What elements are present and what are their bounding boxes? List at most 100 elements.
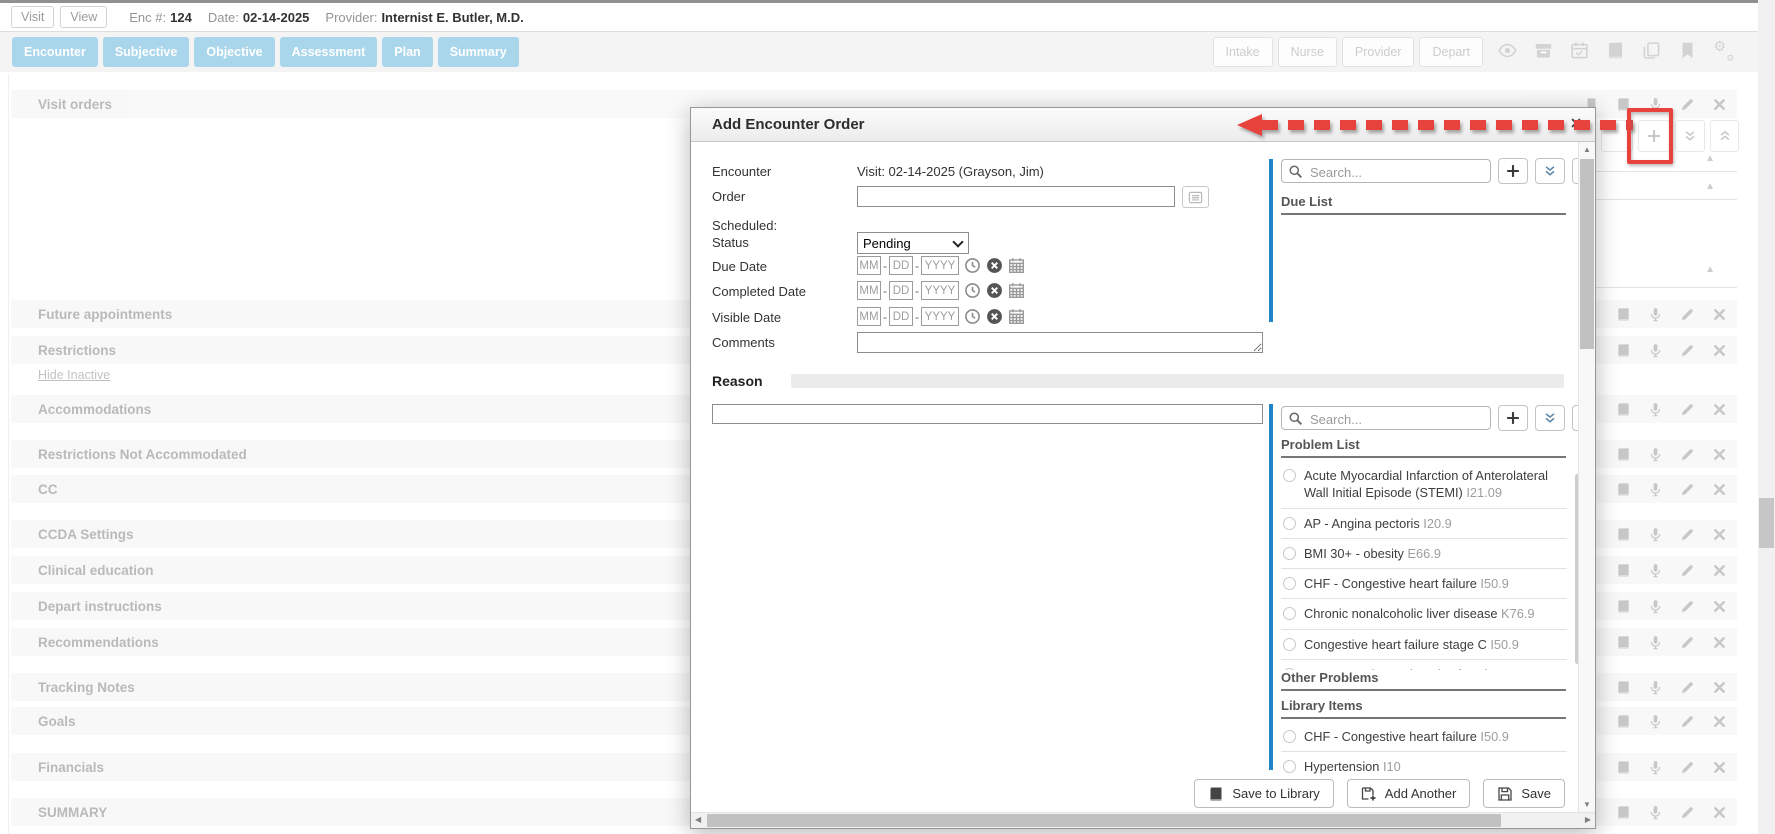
visit-button[interactable]: Visit	[11, 6, 54, 28]
visible-date-year-input[interactable]	[921, 307, 959, 326]
microphone-icon[interactable]	[1648, 307, 1663, 322]
library-item[interactable]: Hypertension I10	[1281, 752, 1567, 776]
tab-plan[interactable]: Plan	[382, 37, 432, 67]
eye-button[interactable]	[1495, 40, 1519, 64]
x-icon[interactable]	[1712, 482, 1727, 497]
problem-item[interactable]: Coronary Atherosclerosis of Native Coron…	[1281, 660, 1567, 670]
microphone-icon[interactable]	[1648, 805, 1663, 820]
calendar-icon[interactable]	[1008, 282, 1025, 299]
problem-item[interactable]: BMI 30+ - obesity E66.9	[1281, 539, 1567, 569]
book-button[interactable]	[1603, 40, 1627, 64]
pencil-icon[interactable]	[1680, 805, 1695, 820]
pencil-icon[interactable]	[1680, 307, 1695, 322]
microphone-icon[interactable]	[1648, 343, 1663, 358]
book-icon[interactable]	[1616, 635, 1631, 650]
hide-inactive-link[interactable]: Hide Inactive	[38, 368, 110, 382]
pencil-icon[interactable]	[1680, 599, 1695, 614]
time-icon[interactable]	[964, 308, 981, 325]
clear-icon[interactable]	[986, 308, 1003, 325]
problem-search-input[interactable]	[1308, 409, 1488, 429]
radio-icon[interactable]	[1283, 517, 1296, 530]
visible-date-month-input[interactable]	[857, 307, 881, 326]
microphone-icon[interactable]	[1648, 447, 1663, 462]
completed-date-day-input[interactable]	[889, 281, 913, 300]
clear-icon[interactable]	[986, 282, 1003, 299]
pencil-icon[interactable]	[1680, 760, 1695, 775]
x-icon[interactable]	[1712, 402, 1727, 417]
collapse-triangle-icon[interactable]: ▲	[1705, 264, 1715, 275]
x-icon[interactable]	[1712, 599, 1727, 614]
microphone-icon[interactable]	[1648, 680, 1663, 695]
radio-icon[interactable]	[1283, 607, 1296, 620]
book-icon[interactable]	[1616, 527, 1631, 542]
radio-icon[interactable]	[1283, 547, 1296, 560]
collapse-triangle-icon[interactable]: ▲	[1705, 153, 1715, 164]
book-icon[interactable]	[1616, 482, 1631, 497]
problem-item[interactable]: CHF - Congestive heart failure I50.9	[1281, 569, 1567, 599]
scroll-up-icon[interactable]: ▲	[1579, 145, 1595, 154]
order-list-button[interactable]	[1182, 186, 1209, 208]
status-select[interactable]: Pending	[857, 232, 969, 254]
problem-item[interactable]: AP - Angina pectoris I20.9	[1281, 509, 1567, 539]
clear-icon[interactable]	[986, 257, 1003, 274]
time-icon[interactable]	[964, 282, 981, 299]
x-icon[interactable]	[1712, 307, 1727, 322]
vertical-scrollbar-thumb[interactable]	[1580, 159, 1594, 349]
problem-expand-all-button[interactable]	[1535, 405, 1565, 431]
reason-input[interactable]	[712, 404, 1263, 424]
page-scrollbar[interactable]	[1758, 0, 1775, 834]
tab-subjective[interactable]: Subjective	[103, 37, 190, 67]
copy-button[interactable]	[1639, 40, 1663, 64]
due-search-input[interactable]	[1308, 162, 1488, 182]
provider-button[interactable]: Provider	[1342, 37, 1415, 67]
microphone-icon[interactable]	[1648, 563, 1663, 578]
radio-icon[interactable]	[1283, 638, 1296, 651]
due-expand-all-button[interactable]	[1535, 158, 1565, 184]
book-icon[interactable]	[1616, 760, 1631, 775]
pencil-icon[interactable]	[1680, 527, 1695, 542]
save-to-library-button[interactable]: Save to Library	[1194, 779, 1333, 808]
x-icon[interactable]	[1712, 343, 1727, 358]
pencil-icon[interactable]	[1680, 402, 1695, 417]
problem-item[interactable]: Acute Myocardial Infarction of Anterolat…	[1281, 461, 1567, 509]
radio-icon[interactable]	[1283, 577, 1296, 590]
microphone-icon[interactable]	[1648, 527, 1663, 542]
calendar-icon[interactable]	[1008, 257, 1025, 274]
archive-button[interactable]	[1531, 40, 1555, 64]
dialog-horizontal-scrollbar[interactable]: ◀ ▶	[691, 812, 1595, 828]
book-icon[interactable]	[1616, 402, 1631, 417]
problem-item[interactable]: Chronic nonalcoholic liver disease K76.9	[1281, 599, 1567, 629]
x-icon[interactable]	[1712, 760, 1727, 775]
radio-icon[interactable]	[1283, 469, 1296, 482]
microphone-icon[interactable]	[1648, 402, 1663, 417]
page-scrollbar-thumb[interactable]	[1759, 498, 1774, 548]
save-button[interactable]: Save	[1483, 779, 1565, 808]
book-icon[interactable]	[1616, 805, 1631, 820]
calendar-icon[interactable]	[1008, 308, 1025, 325]
tab-objective[interactable]: Objective	[194, 37, 274, 67]
scroll-left-icon[interactable]: ◀	[695, 815, 701, 824]
x-icon[interactable]	[1712, 447, 1727, 462]
problem-item[interactable]: Congestive heart failure stage C I50.9	[1281, 630, 1567, 660]
due-date-month-input[interactable]	[857, 256, 881, 275]
add-another-button[interactable]: Add Another	[1347, 779, 1471, 808]
order-input[interactable]	[857, 186, 1175, 207]
x-icon[interactable]	[1712, 635, 1727, 650]
pencil-icon[interactable]	[1680, 563, 1695, 578]
dialog-vertical-scrollbar[interactable]: ▲ ▼	[1578, 142, 1595, 812]
x-icon[interactable]	[1712, 97, 1727, 112]
due-add-button[interactable]	[1498, 158, 1528, 184]
x-icon[interactable]	[1712, 805, 1727, 820]
tab-summary[interactable]: Summary	[438, 37, 519, 67]
microphone-icon[interactable]	[1648, 599, 1663, 614]
pencil-icon[interactable]	[1680, 635, 1695, 650]
radio-icon[interactable]	[1283, 760, 1296, 773]
horizontal-scrollbar-thumb[interactable]	[707, 814, 1501, 827]
book-icon[interactable]	[1616, 680, 1631, 695]
pencil-icon[interactable]	[1680, 343, 1695, 358]
collapse-triangle-icon[interactable]: ▲	[1705, 181, 1715, 192]
completed-date-year-input[interactable]	[921, 281, 959, 300]
pencil-icon[interactable]	[1680, 97, 1695, 112]
gears-button[interactable]: ⚙⚙	[1711, 40, 1735, 64]
pencil-icon[interactable]	[1680, 482, 1695, 497]
